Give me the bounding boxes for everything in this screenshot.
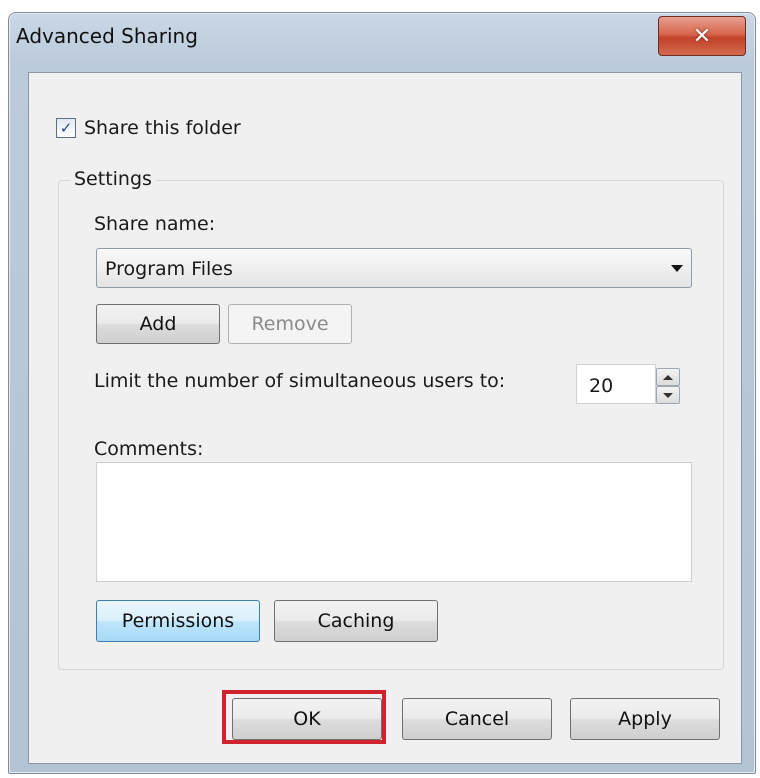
limit-users-label: Limit the number of simultaneous users t… [94,370,506,392]
close-icon: ✕ [692,23,712,49]
window-title: Advanced Sharing [16,24,198,48]
cancel-button[interactable]: Cancel [402,698,552,740]
checkmark-icon: ✓ [59,118,73,137]
apply-button[interactable]: Apply [570,698,720,740]
share-name-label: Share name: [94,213,216,235]
spin-down-button[interactable] [656,386,680,404]
user-limit-value: 20 [589,375,614,397]
add-button[interactable]: Add [96,304,220,344]
comments-label: Comments: [94,438,204,460]
dropdown-arrow-icon [671,265,683,272]
share-folder-checkbox-row[interactable]: ✓ Share this folder [56,117,241,139]
permissions-button[interactable]: Permissions [96,600,260,642]
spin-up-button[interactable] [656,368,680,386]
comments-textarea[interactable] [96,462,692,582]
caching-button[interactable]: Caching [274,600,438,642]
user-limit-input[interactable]: 20 [576,364,656,404]
share-folder-checkbox[interactable]: ✓ [56,118,76,138]
share-name-value: Program Files [105,258,233,280]
user-limit-spinner[interactable] [656,364,686,404]
close-button[interactable]: ✕ [658,16,746,56]
arrow-up-icon [663,374,673,380]
settings-legend: Settings [70,168,156,190]
share-name-dropdown[interactable]: Program Files [96,248,692,288]
remove-button[interactable]: Remove [228,304,352,344]
arrow-down-icon [663,392,673,398]
share-folder-label: Share this folder [84,117,241,139]
ok-button-highlight [222,690,386,744]
